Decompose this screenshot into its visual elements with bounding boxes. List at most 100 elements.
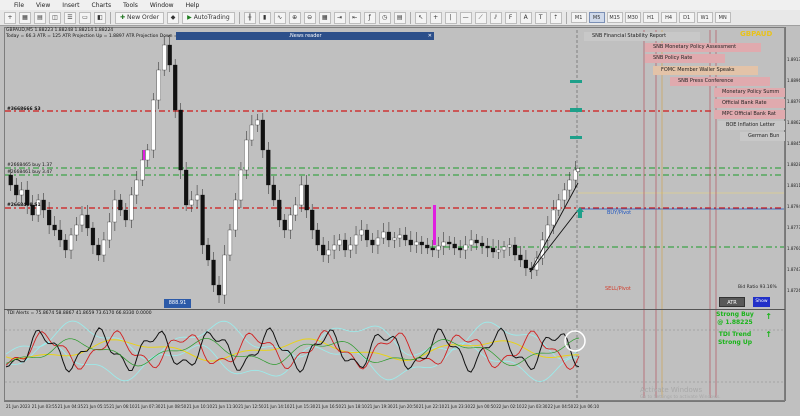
- candle-body: [156, 69, 161, 101]
- candle-body: [403, 234, 408, 241]
- news-item[interactable]: BOE Inflation Letter: [718, 121, 785, 130]
- candle-body: [167, 44, 172, 66]
- bid-ratio-label: Bid Ratio 93.16%: [738, 285, 777, 290]
- candle-body: [277, 199, 282, 221]
- highlight-candle: [143, 150, 145, 160]
- news-item[interactable]: Monetary Policy Summ: [714, 88, 785, 97]
- candle-body: [101, 239, 107, 256]
- candle-body: [321, 244, 326, 256]
- candle-body: [304, 184, 309, 211]
- up-arrow-icon: ↑: [765, 312, 772, 321]
- candle-body: [545, 224, 550, 241]
- news-item[interactable]: German Bun: [740, 132, 785, 141]
- candle-body: [370, 239, 375, 246]
- news-item[interactable]: Official Bank Rate: [714, 99, 785, 108]
- candle-body: [47, 209, 52, 226]
- candle-body: [342, 239, 348, 251]
- price-tick: 1.87435: [787, 267, 800, 272]
- candle-body: [518, 254, 523, 261]
- indicator-separator[interactable]: [4, 309, 785, 310]
- price-axis: 1.89135 1.88965 1.88795 1.88625 1.88455 1.882…: [785, 27, 800, 401]
- close-icon[interactable]: ✕: [428, 32, 432, 40]
- candle-body: [140, 159, 145, 181]
- candle-body: [310, 209, 315, 231]
- news-item[interactable]: FOMC Member Waller Speaks: [653, 66, 758, 75]
- candle-body: [485, 245, 490, 249]
- news-item[interactable]: SNB Monetary Policy Assessment: [645, 43, 761, 52]
- time-tick: 22 Jun 02:10: [496, 404, 522, 409]
- candle-body: [227, 229, 233, 256]
- price-tick: 1.88965: [787, 78, 800, 83]
- show-button[interactable]: Show: [753, 297, 770, 307]
- candle-body: [57, 229, 63, 241]
- candle-body: [392, 237, 397, 241]
- news-reader-titlebar[interactable]: .News reader ✕: [176, 32, 434, 40]
- time-tick: 21 Jun 22:10: [418, 404, 445, 409]
- candle-body: [501, 246, 507, 251]
- news-item[interactable]: MPC Official Bank Rat: [714, 110, 785, 119]
- time-tick: 21 Jun 14:10: [264, 404, 290, 409]
- price-tick: 1.88795: [787, 99, 800, 104]
- price-tick: 1.88625: [787, 120, 800, 125]
- news-reader-title: .News reader: [288, 33, 322, 39]
- tdi-indicator-label: TDI Alerts = 75.8674 58.8867 41.8659 73.…: [7, 311, 152, 316]
- price-tick: 1.89135: [787, 57, 800, 62]
- candle-body: [216, 284, 222, 296]
- candle-body: [145, 149, 150, 161]
- candle-body: [419, 241, 424, 246]
- time-tick: 21 Jun 06:10: [109, 404, 135, 409]
- time-tick: 21 Jun 03:55: [31, 404, 58, 409]
- candle-body: [436, 245, 441, 251]
- candle-body: [205, 244, 211, 261]
- candle-body: [452, 243, 457, 249]
- candle-body: [178, 109, 183, 171]
- time-tick: 21 Jun 23:30: [444, 404, 471, 409]
- time-tick: 22 Jun 00:50: [470, 404, 496, 409]
- candle-body: [551, 209, 556, 226]
- news-item[interactable]: SNB Press Conference: [670, 77, 770, 86]
- news-item[interactable]: SNB Financial Stability Report: [584, 32, 700, 41]
- target-marker: [570, 80, 582, 83]
- price-tick: 1.87775: [787, 225, 800, 230]
- candle-body: [112, 199, 117, 223]
- time-tick: 22 Jun 06:10: [573, 404, 600, 409]
- time-tick: 21 Jun 04:35: [57, 404, 84, 409]
- target-marker: [570, 108, 582, 112]
- signal-strong-up: Strong Up: [717, 339, 753, 346]
- price-tick: 1.87945: [787, 204, 800, 209]
- candle-body: [556, 199, 561, 211]
- atr-button[interactable]: ATR: [719, 297, 745, 307]
- signal-tdi-trend: TDI Trend: [718, 331, 752, 338]
- signal-strong-buy: Strong Buy: [716, 311, 754, 318]
- candle-body: [397, 234, 402, 239]
- signal-line: [5, 329, 580, 371]
- candle-body: [134, 179, 139, 196]
- news-item[interactable]: SNB Policy Rate: [645, 54, 725, 63]
- up-arrow-icon: ↑: [765, 330, 772, 339]
- watermark-subtitle: Go to Settings to activate Windows.: [640, 395, 721, 400]
- candle-body: [249, 124, 254, 141]
- time-tick: 22 Jun 04:50: [547, 404, 574, 409]
- candle-body: [107, 221, 112, 241]
- chart-info: GBPAUD,M5 1.88223 1.88248 1.88214 1.8822…: [6, 28, 195, 39]
- candle-body: [326, 249, 331, 256]
- candle-body: [222, 254, 227, 296]
- price-tick: 1.87265: [787, 288, 800, 293]
- time-tick: 21 Jun 05:15: [83, 404, 109, 409]
- level-label-green2: #2668461 buy 3.47: [7, 170, 53, 175]
- time-tick: 21 Jun 07:30: [135, 404, 161, 409]
- price-tick: 1.88115: [787, 183, 800, 188]
- price-tick: 1.87605: [787, 246, 800, 251]
- candle-body: [173, 64, 178, 111]
- buy-pivot-label: BUY/Pivot: [607, 210, 632, 216]
- candle-body: [162, 44, 167, 71]
- time-tick: 21 Jun 08:50: [160, 404, 187, 409]
- candle-body: [85, 214, 90, 229]
- candle-body: [194, 194, 200, 201]
- time-tick: 21 Jun 2023: [6, 404, 31, 409]
- candle-body: [562, 189, 567, 201]
- candle-body: [507, 244, 512, 248]
- level-label-green1: #2668465 buy 1.37: [7, 163, 53, 168]
- candle-body: [474, 239, 479, 244]
- candle-body: [52, 224, 57, 231]
